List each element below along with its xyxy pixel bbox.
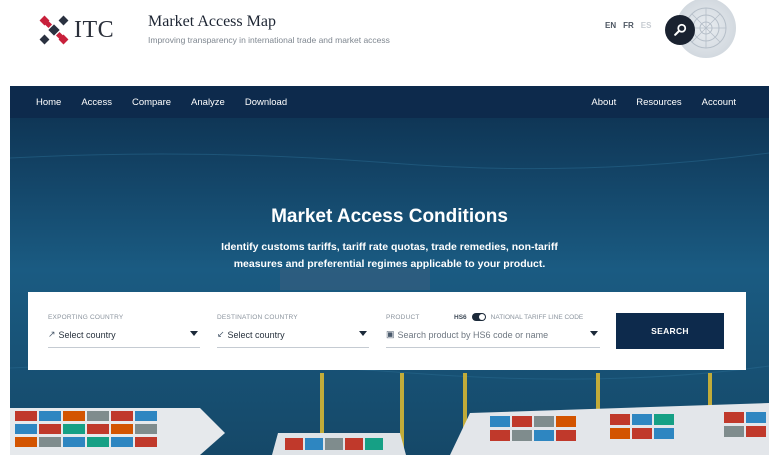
logo-text: ITC [74, 16, 115, 43]
itc-logo-icon [39, 15, 69, 45]
nav-analyze[interactable]: Analyze [191, 97, 225, 108]
destination-country-value-wrap: ↙ Select country [217, 329, 285, 340]
hs6-label: HS6 [454, 313, 467, 321]
product-search-input[interactable]: Search product by HS6 code or name [398, 330, 549, 340]
import-icon: ↙ [217, 329, 225, 339]
site-title[interactable]: Market Access Map [148, 13, 276, 31]
main-navbar: Home Access Compare Analyze Download Abo… [10, 86, 769, 118]
product-search-field[interactable]: PRODUCT HS6 NATIONAL TARIFF LINE CODE ▣ … [386, 313, 600, 348]
nav-resources[interactable]: Resources [636, 97, 681, 108]
magnifier-icon [674, 23, 687, 36]
product-label: PRODUCT [386, 314, 420, 321]
nav-account[interactable]: Account [702, 97, 736, 108]
nav-home[interactable]: Home [36, 97, 61, 108]
site-header: ITC Market Access Map Improving transpar… [0, 0, 769, 86]
exporting-country-value-wrap: ↗ Select country [48, 329, 116, 340]
exporting-country-value: Select country [58, 329, 116, 340]
language-switcher: EN FR ES [605, 21, 651, 30]
ntl-label: NATIONAL TARIFF LINE CODE [490, 313, 584, 321]
nav-right-group: About Resources Account [591, 86, 736, 118]
hero-background-image [10, 118, 769, 455]
itc-logo[interactable]: ITC [38, 14, 122, 46]
hero-description: Identify customs tariffs, tariff rate qu… [221, 241, 558, 270]
destination-country-value: Select country [227, 329, 285, 340]
lang-fr[interactable]: FR [623, 21, 634, 30]
hero-banner: Market Access Conditions Identify custom… [10, 118, 769, 455]
nav-about[interactable]: About [591, 97, 616, 108]
box-icon: ▣ [386, 329, 395, 339]
chevron-down-icon[interactable] [359, 331, 367, 336]
destination-country-label: DESTINATION COUNTRY [217, 314, 298, 321]
nav-compare[interactable]: Compare [132, 97, 171, 108]
lang-es[interactable]: ES [641, 21, 652, 30]
destination-country-select[interactable]: DESTINATION COUNTRY ↙ Select country [217, 314, 369, 348]
hs6-ntl-toggle[interactable] [471, 313, 486, 321]
lang-en[interactable]: EN [605, 21, 616, 30]
header-search-button[interactable] [665, 15, 695, 45]
product-value-wrap: ▣ Search product by HS6 code or name [386, 329, 548, 340]
exporting-country-label: EXPORTING COUNTRY [48, 314, 124, 321]
chevron-down-icon[interactable] [190, 331, 198, 336]
hs6-toggle-group: HS6 NATIONAL TARIFF LINE CODE [454, 313, 583, 321]
chevron-down-icon[interactable] [590, 331, 598, 336]
search-panel: EXPORTING COUNTRY ↗ Select country DESTI… [28, 292, 746, 370]
search-button[interactable]: SEARCH [616, 313, 724, 349]
site-subtitle: Improving transparency in international … [148, 35, 390, 45]
export-icon: ↗ [48, 329, 56, 339]
exporting-country-select[interactable]: EXPORTING COUNTRY ↗ Select country [48, 314, 200, 348]
nav-access[interactable]: Access [81, 97, 112, 108]
nav-download[interactable]: Download [245, 97, 287, 108]
nav-left-group: Home Access Compare Analyze Download [36, 86, 287, 118]
hero-title: Market Access Conditions [271, 206, 508, 227]
